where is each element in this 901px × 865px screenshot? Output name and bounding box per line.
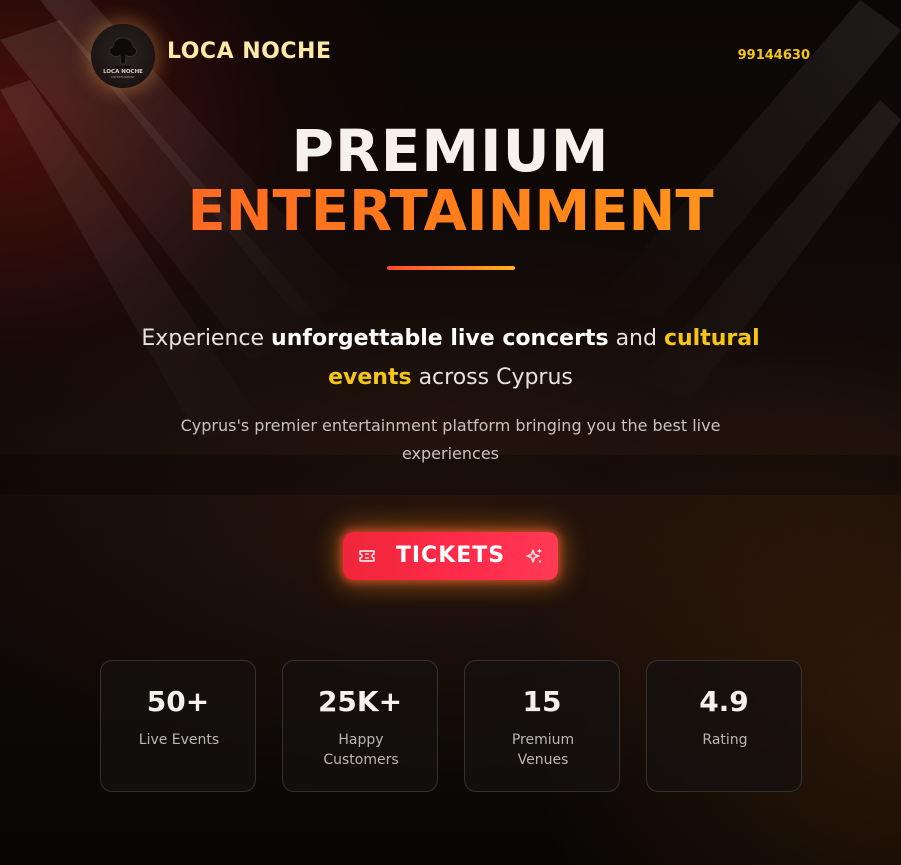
logo-emblem-icon: LOCA NOCHE ENTERTAINMENT <box>103 37 143 79</box>
tickets-button-label: TICKETS <box>395 543 506 568</box>
stat-card-customers: 25K+ Happy Customers <box>282 660 438 792</box>
hero-subtext: Cyprus's premier entertainment platform … <box>180 416 721 463</box>
ticket-icon <box>359 550 375 562</box>
stat-value: 4.9 <box>699 685 749 718</box>
stat-label: Live Events <box>138 732 220 748</box>
hero-title-line2: ENTERTAINMENT <box>0 184 901 246</box>
phone-link[interactable]: 99144630 <box>738 48 810 63</box>
hero-title: PREMIUM ENTERTAINMENT <box>0 118 901 246</box>
stat-card-venues: 15 Premium Venues <box>464 660 620 792</box>
stat-value: 50+ <box>146 685 210 718</box>
sparkles-icon <box>526 548 542 563</box>
hero-title-line1: PREMIUM <box>291 117 610 185</box>
tagline-text: and <box>608 326 664 351</box>
stat-value: 15 <box>522 685 562 718</box>
stat-label: Premium Venues <box>511 732 575 768</box>
brand-name[interactable]: LOCA NOCHE <box>167 39 331 64</box>
hero-underline-divider <box>387 266 515 270</box>
logo-subtext: ENTERTAINMENT <box>111 75 135 79</box>
hero-tagline: Experience unforgettable live concerts a… <box>120 319 781 397</box>
tagline-text: Experience <box>141 326 272 351</box>
tickets-button[interactable]: TICKETS <box>343 532 558 580</box>
tagline-text: across Cyprus <box>411 365 573 390</box>
stat-card-events: 50+ Live Events <box>100 660 256 792</box>
stat-card-rating: 4.9 Rating <box>646 660 802 792</box>
stat-label: Rating <box>702 732 748 748</box>
stat-value: 25K+ <box>317 685 403 718</box>
site-header: LOCA NOCHE ENTERTAINMENT LOCA NOCHE 9914… <box>0 0 901 112</box>
page: LOCA NOCHE ENTERTAINMENT LOCA NOCHE 9914… <box>0 0 901 865</box>
stat-label: Happy Customers <box>323 732 399 768</box>
brand-logo[interactable]: LOCA NOCHE ENTERTAINMENT <box>91 24 155 88</box>
tagline-highlight-concerts: unforgettable live concerts <box>271 326 609 351</box>
